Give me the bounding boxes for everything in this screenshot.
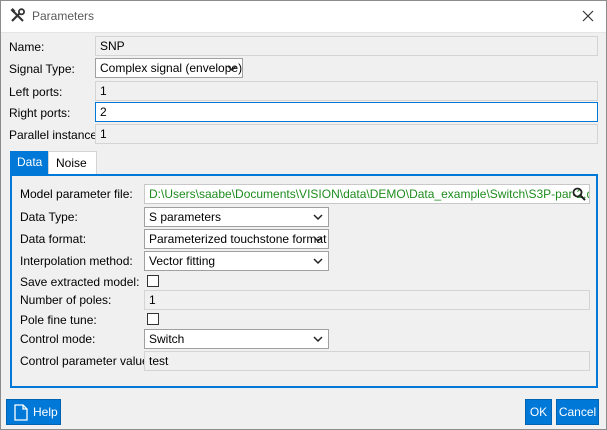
- control-value-row: Control parameter value: test: [12, 351, 596, 371]
- name-field[interactable]: SNP: [95, 36, 598, 56]
- chevron-down-icon: [313, 336, 323, 343]
- pole-tune-checkbox[interactable]: [147, 313, 159, 325]
- interpolation-label: Interpolation method:: [20, 254, 133, 268]
- pole-tune-row: Pole fine tune:: [12, 310, 596, 330]
- control-mode-row: Control mode: Switch: [12, 329, 596, 349]
- data-format-value: Parameterized touchstone format: [149, 232, 327, 246]
- document-icon: [14, 404, 28, 421]
- right-ports-row: Right ports: 2: [1, 102, 606, 124]
- help-label: Help: [33, 405, 58, 419]
- parallel-instance-field[interactable]: 1: [95, 124, 598, 144]
- model-file-label: Model parameter file:: [20, 187, 133, 201]
- control-value-label: Control parameter value:: [20, 354, 153, 368]
- signal-type-select[interactable]: Complex signal (envelope): [95, 58, 243, 78]
- control-value-field[interactable]: test: [144, 351, 590, 371]
- model-file-row: Model parameter file: D:\Users\saabe\Doc…: [12, 184, 596, 204]
- footer-bar: Help OK Cancel: [1, 396, 606, 429]
- poles-field[interactable]: 1: [144, 290, 590, 310]
- interpolation-row: Interpolation method: Vector fitting: [12, 251, 596, 271]
- search-icon[interactable]: [572, 187, 586, 201]
- interpolation-value: Vector fitting: [149, 254, 216, 268]
- name-label: Name:: [9, 40, 45, 54]
- signal-type-value: Complex signal (envelope): [100, 61, 243, 75]
- tools-icon: [10, 8, 25, 22]
- parallel-instance-label: Parallel instance:: [9, 128, 101, 142]
- chevron-down-icon: [227, 65, 237, 72]
- save-model-row: Save extracted model:: [12, 272, 596, 292]
- data-type-row: Data Type: S parameters: [12, 207, 596, 227]
- save-model-label: Save extracted model:: [20, 275, 140, 289]
- window-title: Parameters: [32, 9, 95, 23]
- interpolation-select[interactable]: Vector fitting: [144, 251, 329, 271]
- cancel-button[interactable]: Cancel: [556, 399, 599, 425]
- data-tab-panel: Model parameter file: D:\Users\saabe\Doc…: [10, 174, 598, 388]
- control-mode-select[interactable]: Switch: [144, 329, 329, 349]
- data-format-label: Data format:: [20, 232, 87, 246]
- model-file-path: D:\Users\saabe\Documents\VISION\data\DEM…: [149, 187, 590, 201]
- parallel-instance-row: Parallel instance: 1: [1, 124, 606, 146]
- control-mode-value: Switch: [149, 332, 185, 346]
- data-type-label: Data Type:: [20, 210, 78, 224]
- right-ports-field[interactable]: 2: [95, 102, 598, 122]
- right-ports-label: Right ports:: [9, 106, 71, 120]
- left-ports-field[interactable]: 1: [95, 81, 598, 101]
- model-file-field[interactable]: D:\Users\saabe\Documents\VISION\data\DEM…: [144, 184, 590, 204]
- ok-button[interactable]: OK: [525, 399, 552, 425]
- poles-label: Number of poles:: [20, 293, 112, 307]
- tab-data[interactable]: Data: [10, 151, 48, 174]
- signal-type-row: Signal Type: Complex signal (envelope): [1, 58, 606, 80]
- close-icon[interactable]: [578, 6, 598, 26]
- control-mode-label: Control mode:: [20, 332, 96, 346]
- name-row: Name: SNP: [1, 36, 606, 58]
- tab-noise[interactable]: Noise: [48, 151, 97, 174]
- chevron-down-icon: [313, 258, 323, 265]
- parameters-dialog: Parameters Name: SNP Signal Type: Comple…: [0, 0, 607, 430]
- data-type-select[interactable]: S parameters: [144, 207, 329, 227]
- data-format-row: Data format: Parameterized touchstone fo…: [12, 229, 596, 249]
- chevron-down-icon: [313, 236, 323, 243]
- chevron-down-icon: [313, 214, 323, 221]
- signal-type-label: Signal Type:: [9, 62, 75, 76]
- left-ports-row: Left ports: 1: [1, 81, 606, 103]
- data-format-select[interactable]: Parameterized touchstone format: [144, 229, 329, 249]
- pole-tune-label: Pole fine tune:: [20, 313, 97, 327]
- left-ports-label: Left ports:: [9, 85, 63, 99]
- help-button[interactable]: Help: [6, 399, 61, 425]
- title-bar: Parameters: [1, 1, 606, 33]
- data-type-value: S parameters: [149, 210, 222, 224]
- save-model-checkbox[interactable]: [147, 275, 159, 287]
- poles-row: Number of poles: 1: [12, 290, 596, 310]
